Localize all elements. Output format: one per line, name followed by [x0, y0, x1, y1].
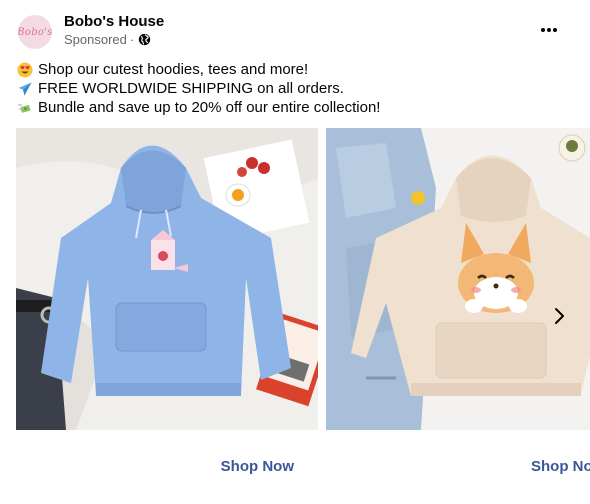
blue-strawberry-milk-hoodie-photo[interactable] [16, 128, 318, 430]
post-meta: Sponsored · [64, 32, 151, 47]
carousel-next-button[interactable] [544, 301, 574, 331]
more-horizontal-icon [541, 28, 557, 32]
shop-now-button[interactable]: Shop Now [531, 458, 590, 475]
post-text-line: FREE WORLDWIDE SHIPPING on all orders. [16, 79, 380, 98]
heart-eyes-emoji-icon [16, 61, 33, 78]
meta-separator: · [129, 32, 135, 47]
page-avatar[interactable]: Bobo's [18, 15, 52, 49]
airplane-emoji-icon [16, 80, 33, 97]
sponsored-label[interactable]: Sponsored [64, 32, 127, 47]
post-text: Shop our cutest hoodies, tees and more! … [16, 60, 380, 117]
beige-shiba-inu-hoodie-photo[interactable] [326, 128, 590, 430]
globe-icon [139, 33, 151, 46]
page-logo: Bobo's [18, 26, 52, 38]
carousel-card[interactable]: Shop Now [16, 128, 318, 504]
more-options-button[interactable] [534, 18, 564, 42]
post-text-line: Bundle and save up to 20% off our entire… [16, 98, 380, 117]
money-with-wings-emoji-icon [16, 99, 33, 116]
post-text-line: Shop our cutest hoodies, tees and more! [16, 60, 380, 79]
post-header: Bobo's Bobo's House Sponsored · [16, 12, 574, 52]
shop-now-button[interactable]: Shop Now [221, 458, 294, 475]
page-name-link[interactable]: Bobo's House [64, 13, 164, 30]
post-text-line-3: Bundle and save up to 20% off our entire… [38, 99, 381, 116]
product-carousel[interactable]: Shop Now Shop No [16, 128, 590, 504]
post-text-line-1: Shop our cutest hoodies, tees and more! [38, 61, 309, 78]
post-text-line-2: FREE WORLDWIDE SHIPPING on all orders. [38, 80, 344, 97]
chevron-right-icon [555, 308, 564, 324]
